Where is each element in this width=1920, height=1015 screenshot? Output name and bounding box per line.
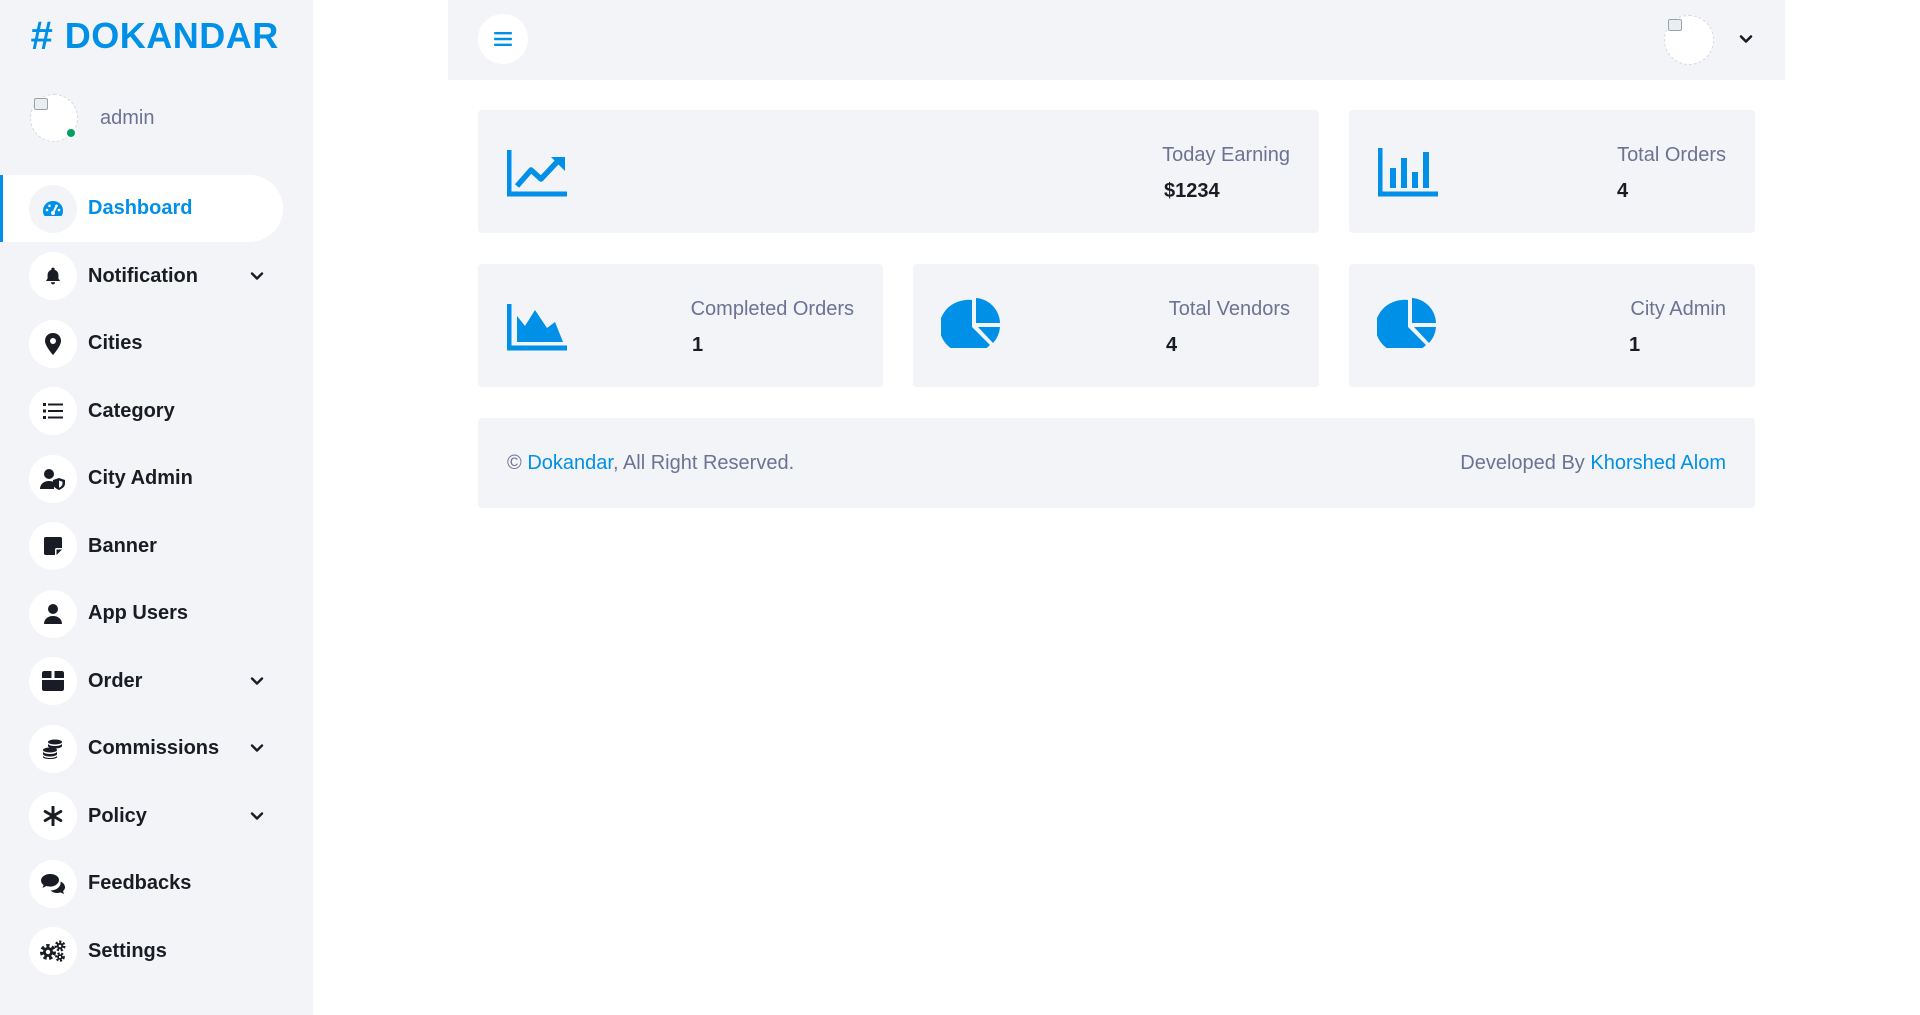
page-footer: © Dokandar, All Right Reserved. Develope… xyxy=(478,418,1755,508)
stat-value: 1 xyxy=(692,334,704,356)
sidebar-item-label: Policy xyxy=(88,804,147,827)
map-pin-icon xyxy=(29,319,77,368)
stat-value: 4 xyxy=(1617,180,1629,202)
sidebar-item-feedbacks[interactable]: Feedbacks xyxy=(0,850,313,918)
sidebar-item-notification[interactable]: Notification xyxy=(0,243,313,311)
sidebar-item-label: Feedbacks xyxy=(88,872,192,895)
sidebar-item-label: Banner xyxy=(88,534,157,557)
sticky-note-icon xyxy=(29,522,77,571)
sidebar-item-label: Dashboard xyxy=(88,197,193,220)
stat-card-city-admin: City Admin 1 xyxy=(1349,264,1755,387)
asterisk-icon xyxy=(29,792,77,841)
chevron-down-icon[interactable] xyxy=(1738,31,1754,47)
sidebar-item-cities[interactable]: Cities xyxy=(0,310,313,378)
stat-value: 1 xyxy=(1629,334,1641,356)
stat-card-completed-orders: Completed Orders 1 xyxy=(478,264,883,387)
stat-value: 4 xyxy=(1166,334,1178,356)
sidebar: # DOKANDAR admin Dashboard Notification xyxy=(0,0,313,1015)
copyright-symbol: © xyxy=(507,452,522,474)
broken-image-icon xyxy=(34,98,48,110)
footer-brand-link[interactable]: Dokandar xyxy=(527,452,613,474)
list-icon xyxy=(29,387,77,436)
sidebar-item-label: Category xyxy=(88,399,175,422)
chart-line-icon xyxy=(507,150,567,197)
chevron-down-icon xyxy=(250,744,264,752)
user-avatar-button[interactable] xyxy=(1664,15,1714,65)
sidebar-item-label: City Admin xyxy=(88,467,193,490)
chevron-down-icon xyxy=(250,676,264,685)
sidebar-item-label: Order xyxy=(88,669,143,692)
gears-icon xyxy=(29,927,77,976)
chart-bar-icon xyxy=(1378,148,1438,197)
menu-toggle-button[interactable] xyxy=(478,14,528,64)
stat-title: Total Orders xyxy=(1617,144,1726,166)
chevron-down-icon xyxy=(250,811,264,820)
sidebar-item-commissions[interactable]: Commissions xyxy=(0,715,313,783)
coins-icon xyxy=(29,724,77,773)
developed-by-text: Developed By xyxy=(1460,452,1585,474)
sidebar-item-banner[interactable]: Banner xyxy=(0,513,313,581)
sidebar-item-label: Notification xyxy=(88,264,198,287)
footer-copyright: © Dokandar, All Right Reserved. xyxy=(507,452,794,475)
sidebar-item-category[interactable]: Category xyxy=(0,378,313,446)
developer-link[interactable]: Khorshed Alom xyxy=(1590,452,1726,474)
user-icon xyxy=(29,589,77,638)
stat-title: Completed Orders xyxy=(690,298,854,320)
chart-pie-icon xyxy=(1377,298,1436,348)
stat-title: Total Vendors xyxy=(1168,298,1290,320)
online-status-dot xyxy=(65,127,77,139)
sidebar-profile[interactable]: admin xyxy=(30,94,154,142)
sidebar-item-label: Cities xyxy=(88,332,143,355)
sidebar-item-app-users[interactable]: App Users xyxy=(0,580,313,648)
sidebar-item-label: App Users xyxy=(88,602,189,625)
sidebar-item-settings[interactable]: Settings xyxy=(0,918,313,986)
sidebar-item-order[interactable]: Order xyxy=(0,648,313,716)
top-navbar xyxy=(448,0,1785,80)
box-icon xyxy=(29,657,77,706)
sidebar-item-dashboard[interactable]: Dashboard xyxy=(0,175,313,243)
speedometer-icon xyxy=(29,184,77,233)
chart-pie-icon xyxy=(941,298,1000,348)
avatar xyxy=(30,94,78,142)
chevron-down-icon xyxy=(250,271,264,280)
brand-hash-symbol: # xyxy=(30,13,53,58)
sidebar-item-label: Commissions xyxy=(88,737,220,760)
stat-title: City Admin xyxy=(1630,298,1726,320)
profile-name: admin xyxy=(100,106,155,129)
footer-credit: Developed By Khorshed Alom xyxy=(1460,452,1726,475)
stat-card-total-vendors: Total Vendors 4 xyxy=(913,264,1319,387)
stat-card-today-earning: Today Earning $1234 xyxy=(478,110,1319,233)
chart-area-icon xyxy=(507,304,567,351)
sidebar-item-policy[interactable]: Policy xyxy=(0,783,313,851)
sidebar-item-city-admin[interactable]: City Admin xyxy=(0,445,313,513)
brand-name: DOKANDAR xyxy=(64,15,279,56)
stat-title: Today Earning xyxy=(1162,144,1290,166)
broken-image-icon xyxy=(1668,19,1682,31)
stat-card-total-orders: Total Orders 4 xyxy=(1349,110,1755,233)
sidebar-nav: Dashboard Notification Cities Category C… xyxy=(0,175,313,985)
footer-rights-text: , All Right Reserved. xyxy=(612,452,795,474)
stat-value: $1234 xyxy=(1164,180,1220,202)
sidebar-item-label: Settings xyxy=(88,939,167,962)
bell-icon xyxy=(29,252,77,301)
hamburger-icon xyxy=(494,32,512,46)
comments-icon xyxy=(29,859,77,908)
user-shield-icon xyxy=(29,454,77,503)
brand-logo[interactable]: # DOKANDAR xyxy=(30,14,279,58)
